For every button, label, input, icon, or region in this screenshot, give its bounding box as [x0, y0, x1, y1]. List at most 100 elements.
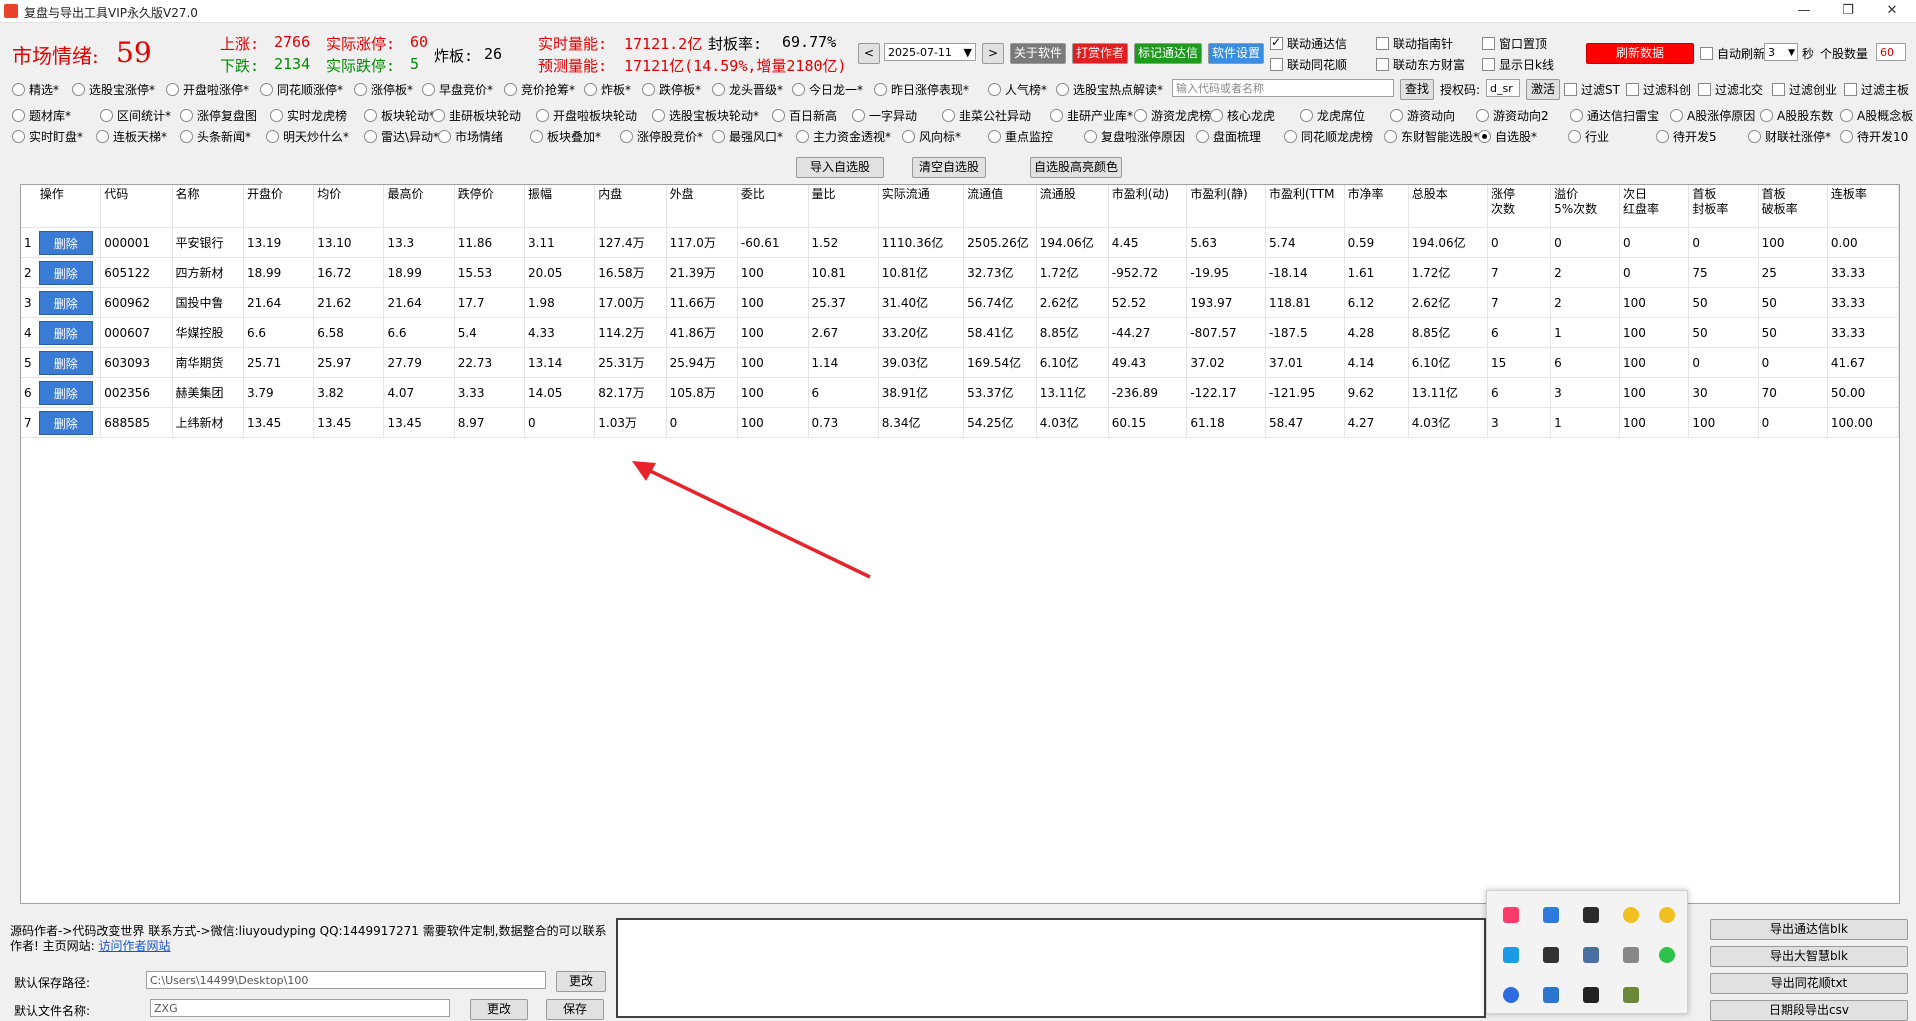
radio-row1-10[interactable]: 今日龙一* — [792, 81, 863, 98]
date-picker[interactable]: 2025-07-11 ▼ — [884, 43, 976, 61]
delete-row-button[interactable]: 删除 — [38, 290, 93, 315]
filter-cy-checkbox[interactable]: 过滤创业 — [1772, 81, 1837, 98]
radio-row3-20[interactable]: 待开发10 — [1840, 128, 1908, 145]
usb-tray-icon[interactable] — [1623, 947, 1639, 963]
column-header[interactable]: 首板 破板率 — [1758, 185, 1828, 228]
filter-st-checkbox[interactable]: 过滤ST — [1564, 81, 1620, 98]
clear-watchlist-button[interactable]: 清空自选股 — [912, 157, 986, 178]
column-header[interactable]: 名称 — [172, 185, 244, 228]
radio-row2-15[interactable]: 游资动向 — [1390, 107, 1455, 124]
column-header[interactable]: 溢价 5%次数 — [1550, 185, 1621, 228]
filter-main-checkbox[interactable]: 过滤主板 — [1844, 81, 1909, 98]
column-header[interactable]: 实际流通 — [878, 185, 965, 228]
column-header[interactable]: 市盈利(静) — [1186, 185, 1266, 228]
app-tray-icon-3[interactable] — [1583, 987, 1599, 1003]
search-input[interactable]: 输入代码或者名称 — [1172, 79, 1394, 97]
change-name-button[interactable]: 更改 — [470, 999, 528, 1020]
column-header[interactable]: 外盘 — [666, 185, 738, 228]
refresh-interval-select[interactable]: 3 ▼ — [1764, 43, 1798, 61]
column-header[interactable]: 量比 — [808, 185, 879, 228]
qq-tray-icon[interactable] — [1623, 907, 1639, 923]
radio-row2-4[interactable]: 板块轮动* — [364, 107, 435, 124]
column-header[interactable]: 代码 — [100, 185, 173, 228]
radio-row2-5[interactable]: 韭研板块轮动 — [432, 107, 521, 124]
delete-row-button[interactable]: 删除 — [38, 320, 93, 345]
save-button[interactable]: 保存 — [546, 999, 604, 1020]
column-header[interactable]: 市盈利(TTM — [1265, 185, 1345, 228]
export-date-csv-button[interactable]: 日期段导出csv — [1710, 1000, 1908, 1021]
radio-row2-0[interactable]: 题材库* — [12, 107, 71, 124]
radio-row2-7[interactable]: 选股宝板块轮动* — [652, 107, 759, 124]
radio-row3-16[interactable]: 自选股* — [1478, 128, 1537, 145]
radio-row3-4[interactable]: 雷达\异动* — [364, 128, 439, 145]
table-row[interactable]: 6 删除 002356 赫美集团 3.79 3.82 4.07 3.33 14.05 82.17万… — [21, 377, 1899, 408]
radio-row2-1[interactable]: 区间统计* — [100, 107, 171, 124]
column-header[interactable]: 最高价 — [383, 185, 455, 228]
radio-row2-9[interactable]: 一字异动 — [852, 107, 917, 124]
radio-row2-11[interactable]: 韭研产业库* — [1050, 107, 1133, 124]
radio-row3-6[interactable]: 板块叠加* — [530, 128, 601, 145]
radio-row3-12[interactable]: 复盘啦涨停原因 — [1084, 128, 1185, 145]
radio-row2-16[interactable]: 游资动向2 — [1476, 107, 1549, 124]
activate-button[interactable]: 激活 — [1526, 79, 1560, 100]
column-header[interactable]: 均价 — [313, 185, 385, 228]
export-tdx-button[interactable]: 导出通达信blk — [1710, 919, 1908, 940]
column-header[interactable]: 流通股 — [1036, 185, 1109, 228]
auto-refresh-checkbox[interactable]: 自动刷新 — [1700, 45, 1765, 62]
radio-row3-1[interactable]: 连板天梯* — [96, 128, 167, 145]
column-header[interactable]: 操作 — [36, 185, 102, 228]
maximize-button[interactable]: ❐ — [1828, 2, 1868, 20]
tip-author-button[interactable]: 打赏作者 — [1072, 43, 1128, 64]
radio-row3-3[interactable]: 明天炒什么* — [266, 128, 349, 145]
column-header[interactable]: 振幅 — [524, 185, 596, 228]
auth-code-input[interactable]: d_sr — [1486, 79, 1520, 97]
column-header[interactable]: 次日 红盘率 — [1619, 185, 1690, 228]
radio-row1-4[interactable]: 涨停板* — [354, 81, 413, 98]
delete-row-button[interactable]: 删除 — [38, 410, 93, 435]
column-header[interactable]: 市净率 — [1344, 185, 1409, 228]
radio-row3-5[interactable]: 市场情绪 — [438, 128, 503, 145]
mark-tdx-button[interactable]: 标记通达信 — [1134, 43, 1202, 64]
radio-row3-19[interactable]: 财联社涨停* — [1748, 128, 1831, 145]
export-ths-button[interactable]: 导出同花顺txt — [1710, 973, 1908, 994]
radio-row2-10[interactable]: 韭菜公社异动 — [942, 107, 1031, 124]
save-path-input[interactable]: C:\Users\14499\Desktop\100 — [146, 971, 546, 989]
security-tray-icon[interactable] — [1543, 987, 1559, 1003]
column-header[interactable]: 市盈利(动) — [1108, 185, 1188, 228]
author-website-link[interactable]: 访问作者网站 — [99, 939, 171, 953]
radio-row2-20[interactable]: A股概念板 — [1840, 107, 1913, 124]
app-tray-icon[interactable] — [1503, 907, 1519, 923]
delete-row-button[interactable]: 删除 — [38, 380, 93, 405]
filter-kc-checkbox[interactable]: 过滤科创 — [1626, 81, 1691, 98]
filter-bj-checkbox[interactable]: 过滤北交 — [1698, 81, 1763, 98]
next-date-button[interactable]: > — [982, 43, 1004, 64]
radio-row1-11[interactable]: 昨日涨停表现* — [874, 81, 969, 98]
radio-row2-18[interactable]: A股涨停原因 — [1670, 107, 1755, 124]
column-header[interactable]: 连板率 — [1827, 185, 1899, 228]
radio-row1-2[interactable]: 开盘啦涨停* — [166, 81, 249, 98]
column-header[interactable]: 流通值 — [963, 185, 1037, 228]
radio-row1-7[interactable]: 炸板* — [584, 81, 631, 98]
column-header[interactable]: 内盘 — [594, 185, 667, 228]
radio-row2-12[interactable]: 游资龙虎榜 — [1134, 107, 1211, 124]
delete-row-button[interactable]: 删除 — [38, 350, 93, 375]
radio-row3-7[interactable]: 涨停股竞价* — [620, 128, 703, 145]
radio-row3-10[interactable]: 风向标* — [902, 128, 961, 145]
about-button[interactable]: 关于软件 — [1010, 43, 1066, 64]
radio-row1-3[interactable]: 同花顺涨停* — [260, 81, 343, 98]
column-header[interactable]: 总股本 — [1408, 185, 1488, 228]
table-row[interactable]: 4 删除 000607 华媒控股 6.6 6.58 6.6 5.4 4.33 114.2万 41.8… — [21, 317, 1899, 348]
radio-row3-14[interactable]: 同花顺龙虎榜 — [1284, 128, 1373, 145]
nvidia-tray-icon[interactable] — [1583, 907, 1599, 923]
radio-row1-8[interactable]: 跌停板* — [642, 81, 701, 98]
bluetooth-tray-icon[interactable] — [1503, 987, 1519, 1003]
column-header[interactable]: 首板 封板率 — [1688, 185, 1759, 228]
app-tray-icon-4[interactable] — [1623, 987, 1639, 1003]
radio-row3-0[interactable]: 实时盯盘* — [12, 128, 83, 145]
file-name-input[interactable]: ZXG — [150, 999, 450, 1017]
export-dzh-button[interactable]: 导出大智慧blk — [1710, 946, 1908, 967]
prev-date-button[interactable]: < — [858, 43, 880, 64]
link-znz-checkbox[interactable]: 联动指南针 — [1376, 35, 1453, 52]
app-tray-icon-2[interactable] — [1543, 947, 1559, 963]
search-button[interactable]: 查找 — [1400, 79, 1434, 100]
